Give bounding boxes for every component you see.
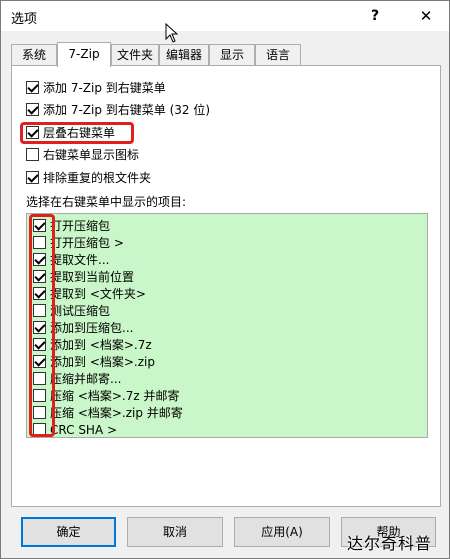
checkbox[interactable] [26, 81, 39, 94]
apply-button[interactable]: 应用(A) [234, 517, 330, 547]
highlight-box-checkboxes [29, 214, 55, 437]
tab-language[interactable]: 语言 [255, 44, 301, 66]
list-item-label: 提取到 <文件夹> [50, 287, 146, 301]
tab-panel-7zip: 添加 7-Zip 到右键菜单 添加 7-Zip 到右键菜单 (32 位) 层叠右… [11, 65, 441, 507]
list-item-label: CRC SHA > [50, 423, 118, 437]
list-item-label: 打开压缩包 > [50, 236, 124, 250]
list-item-label: 提取文件... [50, 253, 110, 267]
list-item[interactable]: 压缩 <档案>.zip 并邮寄 [33, 405, 183, 423]
tab-7zip[interactable]: 7-Zip [57, 42, 111, 67]
option-add-to-context-menu[interactable]: 添加 7-Zip 到右键菜单 [26, 80, 166, 98]
title-bar: 选项 ? ✕ [1, 1, 449, 31]
tab-system[interactable]: 系统 [11, 44, 57, 66]
option-label: 添加 7-Zip 到右键菜单 [43, 81, 166, 95]
tab-folders[interactable]: 文件夹 [111, 44, 159, 66]
tab-strip: 系统 7-Zip 文件夹 编辑器 显示 语言 [11, 42, 441, 67]
list-item-label: 添加到 <档案>.7z [50, 338, 152, 352]
help-icon[interactable]: ? [353, 1, 397, 31]
option-eliminate-duplicate-root-folders[interactable]: 排除重复的根文件夹 [26, 170, 151, 188]
list-item-label: 打开压缩包 [50, 219, 111, 233]
mouse-cursor-icon [165, 23, 179, 43]
option-label: 添加 7-Zip 到右键菜单 (32 位) [43, 103, 211, 117]
option-label: 排除重复的根文件夹 [43, 171, 152, 185]
window-title: 选项 [11, 12, 38, 27]
list-item-label: 压缩并邮寄... [50, 372, 122, 386]
list-item-label: 压缩 <档案>.7z 并邮寄 [50, 389, 180, 403]
tab-display[interactable]: 显示 [209, 44, 255, 66]
watermark-text: 达尔奇科普 [347, 534, 433, 553]
list-item-label: 压缩 <档案>.zip 并邮寄 [50, 406, 183, 420]
option-context-menu-icons[interactable]: 右键菜单显示图标 [26, 147, 139, 165]
cancel-button[interactable]: 取消 [127, 517, 223, 547]
checkbox[interactable] [26, 148, 39, 161]
context-menu-items-list: 打开压缩包 打开压缩包 > 提取文件... 提取到当前位置 提取到 <文件夹> … [26, 213, 428, 438]
option-add-to-context-menu-32bit[interactable]: 添加 7-Zip 到右键菜单 (32 位) [26, 102, 210, 120]
ok-button[interactable]: 确定 [21, 517, 116, 547]
list-item-label: 提取到当前位置 [50, 270, 135, 284]
option-label: 右键菜单显示图标 [43, 148, 140, 162]
list-item-label: 添加到压缩包... [50, 321, 134, 335]
options-dialog: 选项 ? ✕ 系统 7-Zip 文件夹 编辑器 显示 语言 添加 7-Zip 到… [0, 0, 450, 559]
tab-editor[interactable]: 编辑器 [159, 44, 209, 66]
close-icon[interactable]: ✕ [404, 1, 448, 31]
list-item-label: 添加到 <档案>.zip [50, 355, 155, 369]
checkbox[interactable] [26, 103, 39, 116]
context-menu-items-label: 选择在右键菜单中显示的项目: [26, 195, 187, 209]
checkbox[interactable] [26, 171, 39, 184]
highlight-box-cascaded [20, 122, 134, 144]
list-item-label: 测试压缩包 [50, 304, 111, 318]
